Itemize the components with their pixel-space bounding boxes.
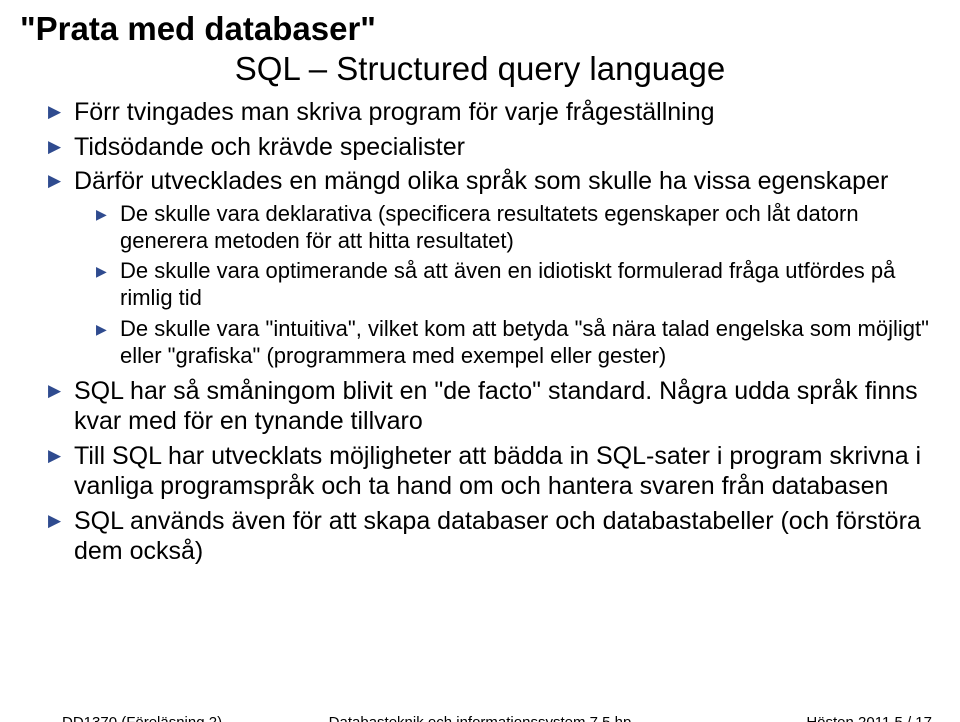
list-item: Till SQL har utvecklats möjligheter att … xyxy=(48,441,940,502)
bullet-text: Förr tvingades man skriva program för va… xyxy=(74,98,715,126)
list-item: De skulle vara optimerande så att även e… xyxy=(96,258,940,312)
bullet-text: De skulle vara deklarativa (specificera … xyxy=(120,201,859,253)
bullet-text: SQL har så småningom blivit en "de facto… xyxy=(74,377,918,436)
slide: "Prata med databaser" SQL – Structured q… xyxy=(0,0,960,722)
list-item: Tidsödande och krävde specialister xyxy=(48,132,940,163)
bullet-text: De skulle vara "intuitiva", vilket kom a… xyxy=(120,316,929,368)
bullet-text: Därför utvecklades en mängd olika språk … xyxy=(74,167,888,195)
bullet-list: Förr tvingades man skriva program för va… xyxy=(20,97,940,566)
bullet-text: De skulle vara optimerande så att även e… xyxy=(120,258,895,310)
list-item: De skulle vara "intuitiva", vilket kom a… xyxy=(96,316,940,370)
slide-title-1: "Prata med databaser" xyxy=(20,10,940,48)
list-item: Förr tvingades man skriva program för va… xyxy=(48,97,940,128)
bullet-text: Till SQL har utvecklats möjligheter att … xyxy=(74,442,921,501)
bullet-text: Tidsödande och krävde specialister xyxy=(74,133,465,161)
sub-list: De skulle vara deklarativa (specificera … xyxy=(74,201,940,370)
list-item: SQL har så småningom blivit en "de facto… xyxy=(48,376,940,437)
list-item: SQL används även för att skapa databaser… xyxy=(48,506,940,567)
footer-right: Hösten 2011 5 / 17 xyxy=(806,714,932,722)
list-item: Därför utvecklades en mängd olika språk … xyxy=(48,166,940,369)
slide-title-2: SQL – Structured query language xyxy=(20,48,940,89)
list-item: De skulle vara deklarativa (specificera … xyxy=(96,201,940,255)
bullet-text: SQL används även för att skapa databaser… xyxy=(74,507,921,566)
